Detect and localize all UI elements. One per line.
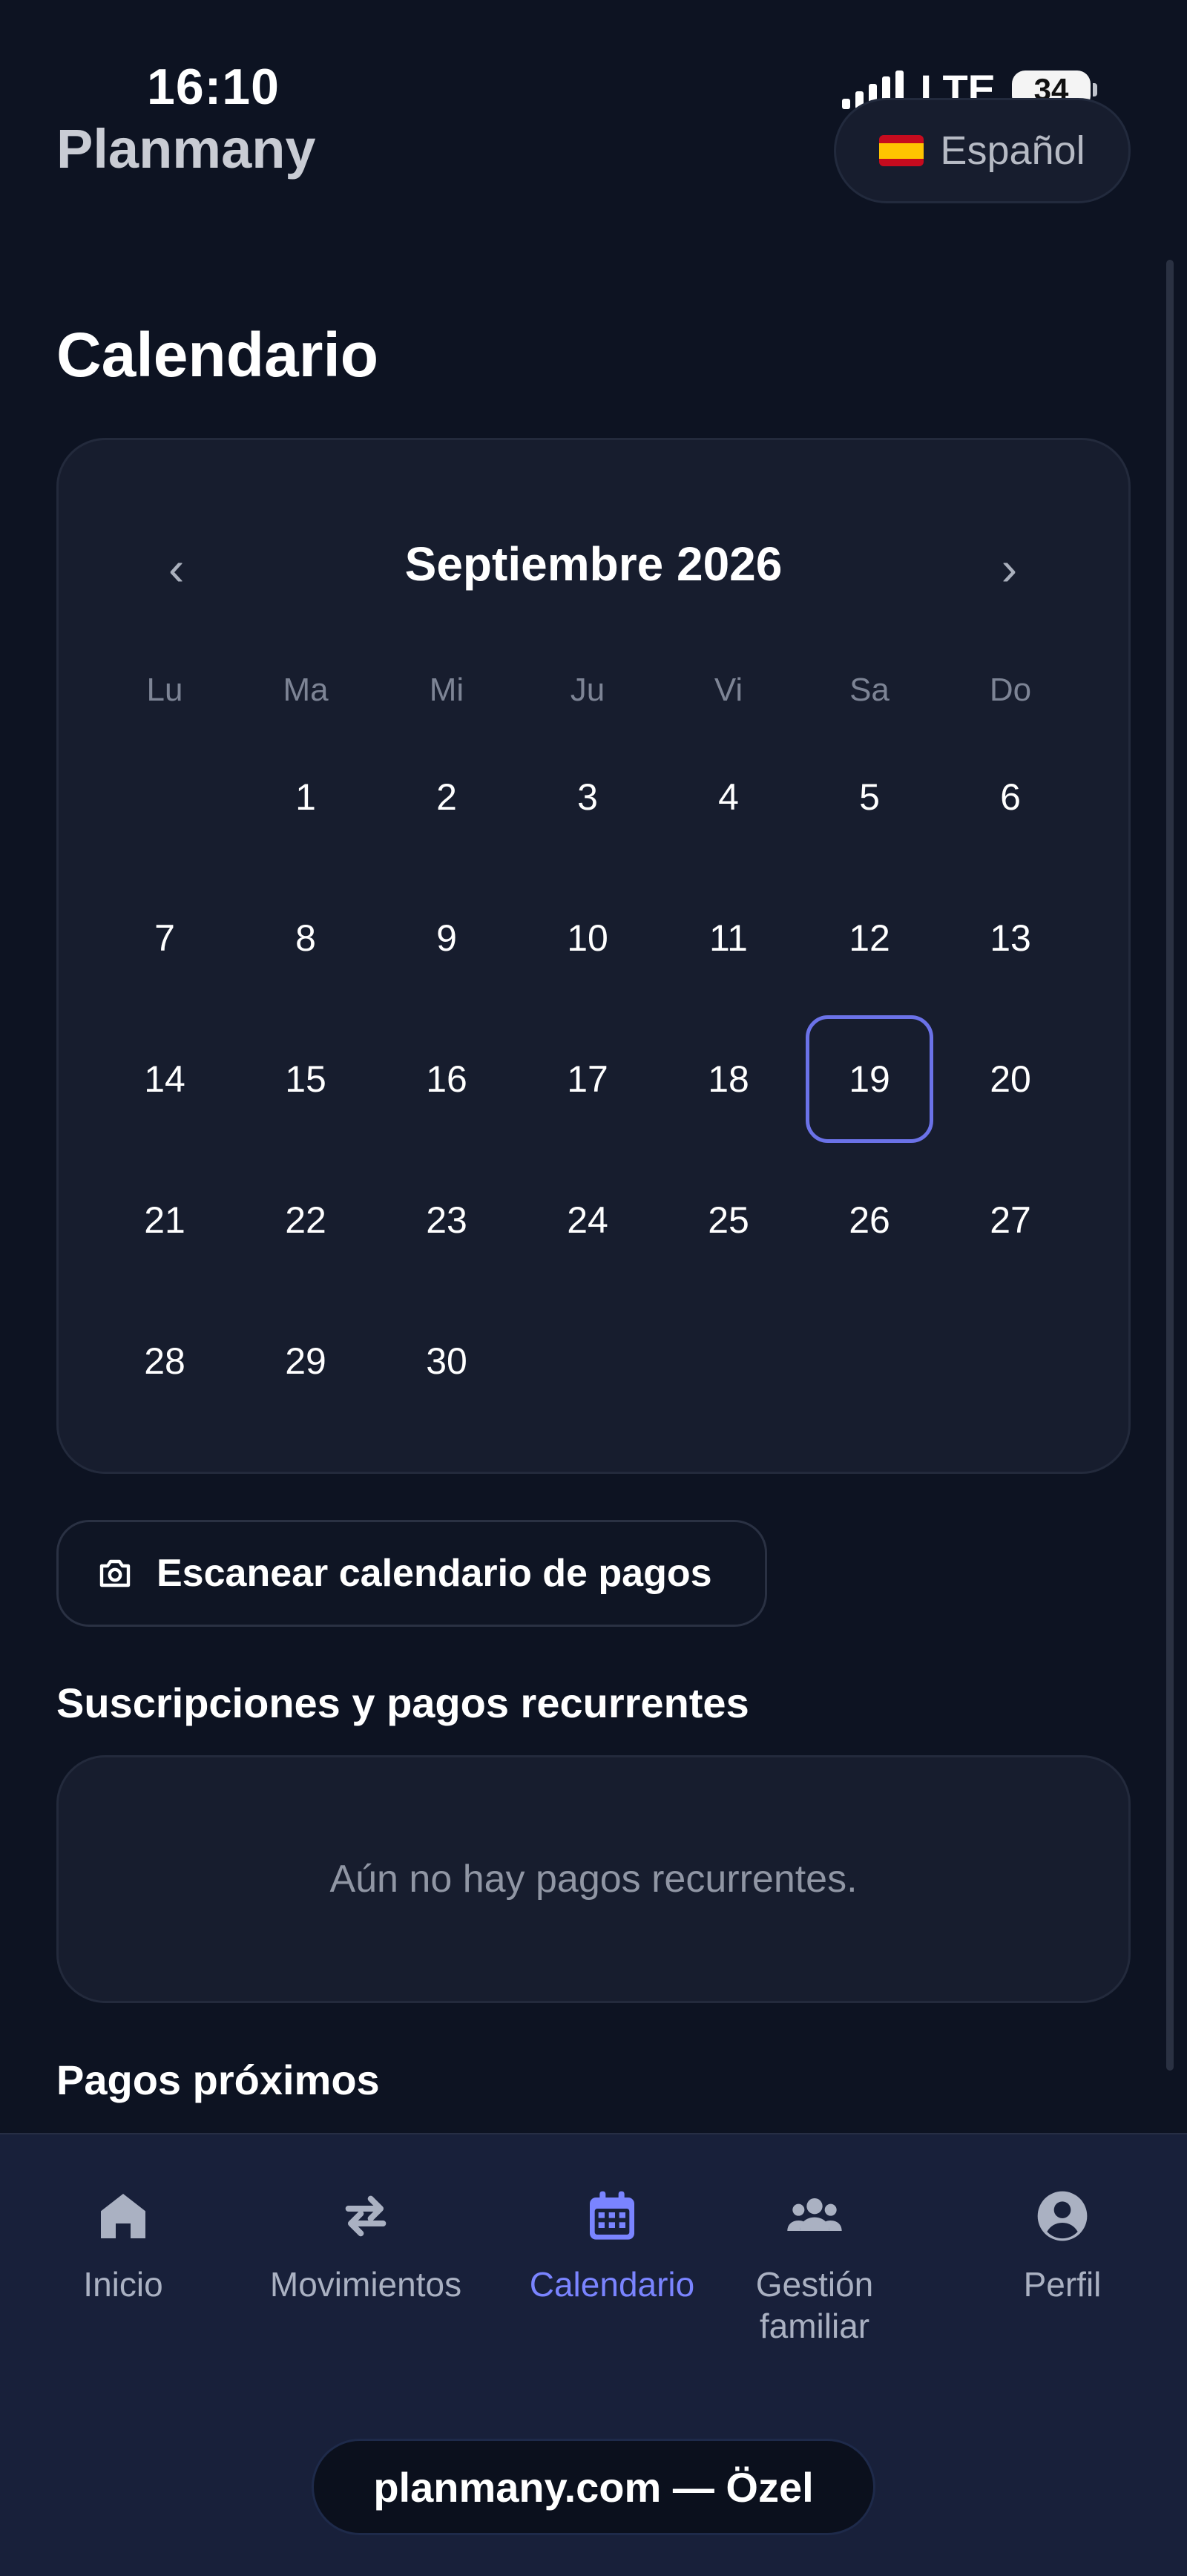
calendar-day[interactable]: 12 bbox=[806, 875, 933, 1001]
site-footer-badge: planmany.com — Özel bbox=[312, 2439, 875, 2535]
calendar-month-label: Septiembre 2026 bbox=[404, 537, 783, 591]
status-time: 16:10 bbox=[147, 59, 280, 115]
page: 16:10 LTE 34 Planmany Español Calendario… bbox=[0, 0, 1187, 2576]
calendar-day[interactable]: 8 bbox=[243, 875, 369, 1001]
subscriptions-title: Suscripciones y pagos recurrentes bbox=[56, 1679, 749, 1726]
calendar-day[interactable]: 9 bbox=[384, 875, 510, 1001]
nav-label-movimientos: Movimientos bbox=[269, 2265, 462, 2304]
spain-flag-icon bbox=[879, 135, 924, 166]
next-month-button[interactable]: › bbox=[1002, 541, 1017, 596]
calendar-day[interactable]: 5 bbox=[806, 734, 933, 860]
calendar-day[interactable]: 27 bbox=[947, 1157, 1073, 1283]
calendar-day[interactable]: 26 bbox=[806, 1157, 933, 1283]
calendar-day[interactable]: 13 bbox=[947, 875, 1073, 1001]
weekday-label: Vi bbox=[714, 672, 743, 708]
calendar-day[interactable]: 1 bbox=[243, 734, 369, 860]
calendar-day[interactable]: 21 bbox=[102, 1157, 228, 1283]
calendar-day[interactable]: 22 bbox=[243, 1157, 369, 1283]
scan-payment-calendar-button[interactable]: Escanear calendario de pagos bbox=[56, 1520, 767, 1627]
calendar-day[interactable]: 28 bbox=[102, 1298, 228, 1424]
language-label: Español bbox=[940, 128, 1085, 173]
weekday-label: Lu bbox=[146, 672, 183, 708]
calendar-day[interactable]: 11 bbox=[665, 875, 792, 1001]
nav-label-perfil: Perfil bbox=[1023, 2265, 1102, 2304]
weekday-label: Sa bbox=[849, 672, 890, 708]
calendar-day[interactable]: 2 bbox=[384, 734, 510, 860]
calendar-day[interactable]: 25 bbox=[665, 1157, 792, 1283]
upcoming-payments-title: Pagos próximos bbox=[56, 2056, 380, 2103]
calendar-day[interactable]: 23 bbox=[384, 1157, 510, 1283]
calendar-day[interactable]: 7 bbox=[102, 875, 228, 1001]
nav-item-perfil[interactable]: Perfil bbox=[951, 2186, 1174, 2305]
swap-arrows-icon bbox=[345, 2195, 387, 2237]
calendar-day[interactable]: 24 bbox=[525, 1157, 651, 1283]
nav-item-inicio[interactable]: Inicio bbox=[12, 2186, 234, 2305]
user-circle-icon bbox=[1037, 2191, 1088, 2241]
page-title: Calendario bbox=[56, 320, 379, 390]
nav-item-gestion-familiar[interactable]: Gestión familiar bbox=[703, 2186, 926, 2347]
nav-item-movimientos[interactable]: Movimientos bbox=[254, 2186, 477, 2305]
weekday-label: Mi bbox=[429, 672, 464, 708]
brand-logo: Planmany bbox=[56, 118, 316, 180]
calendar-day[interactable]: 4 bbox=[665, 734, 792, 860]
nav-label-calendario: Calendario bbox=[529, 2265, 695, 2304]
weekday-label: Ma bbox=[283, 672, 329, 708]
bottom-nav: Inicio Movimientos Calendario Gestión fa… bbox=[0, 2133, 1187, 2576]
group-icon bbox=[787, 2198, 842, 2231]
language-selector[interactable]: Español bbox=[834, 98, 1131, 203]
subscriptions-empty-card: Aún no hay pagos recurrentes. bbox=[56, 1755, 1131, 2003]
home-icon bbox=[101, 2194, 145, 2238]
calendar-day[interactable]: 10 bbox=[525, 875, 651, 1001]
nav-label-gestion-familiar: Gestión familiar bbox=[755, 2265, 874, 2345]
calendar-day[interactable]: 14 bbox=[102, 1016, 228, 1142]
subscriptions-empty-text: Aún no hay pagos recurrentes. bbox=[329, 1858, 858, 1901]
calendar-day[interactable]: 30 bbox=[384, 1298, 510, 1424]
camera-icon bbox=[99, 1559, 131, 1587]
calendar-day[interactable]: 3 bbox=[525, 734, 651, 860]
calendar-day[interactable]: 20 bbox=[947, 1016, 1073, 1142]
calendar-day[interactable]: 17 bbox=[525, 1016, 651, 1142]
calendar-day[interactable]: 16 bbox=[384, 1016, 510, 1142]
nav-item-calendario[interactable]: Calendario bbox=[501, 2186, 723, 2305]
calendar-day[interactable]: 15 bbox=[243, 1016, 369, 1142]
calendar-icon bbox=[590, 2191, 634, 2240]
calendar-day[interactable]: 29 bbox=[243, 1298, 369, 1424]
calendar-card: ‹ Septiembre 2026 › Lu Ma Mi Ju Vi Sa Do 12345… bbox=[56, 438, 1131, 1474]
weekday-label: Ju bbox=[570, 672, 605, 708]
weekday-label: Do bbox=[989, 672, 1032, 708]
calendar-day[interactable]: 18 bbox=[665, 1016, 792, 1142]
scan-button-label: Escanear calendario de pagos bbox=[157, 1552, 712, 1595]
calendar-day[interactable]: 6 bbox=[947, 734, 1073, 860]
calendar-day-selected[interactable]: 19 bbox=[806, 1015, 933, 1143]
nav-label-inicio: Inicio bbox=[83, 2265, 163, 2304]
scrollbar[interactable] bbox=[1166, 260, 1174, 2071]
